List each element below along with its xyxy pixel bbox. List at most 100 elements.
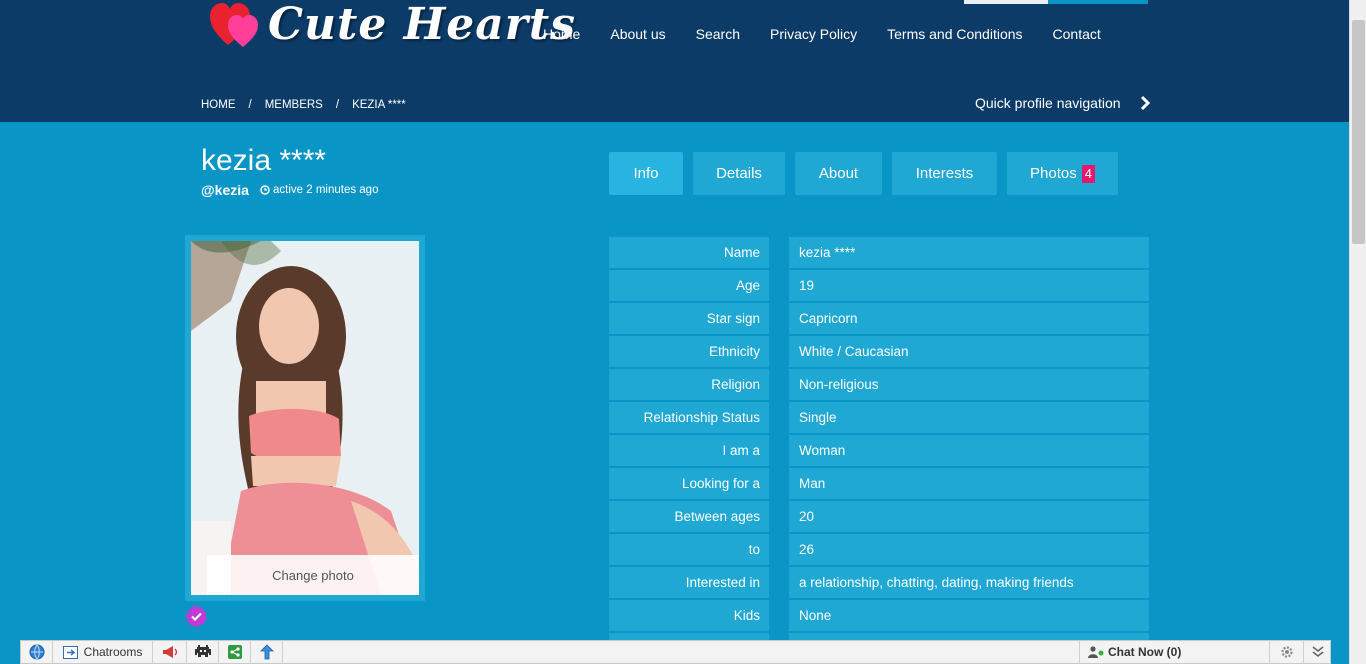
tab-about-label: About	[818, 165, 859, 182]
chat-toolbar: Chatrooms Chat Now (0)	[20, 640, 1331, 664]
globe-icon	[29, 644, 44, 660]
site-logo[interactable]: Cute Hearts	[210, 0, 576, 50]
nav-about-us[interactable]: About us	[595, 24, 680, 44]
top-utility-tab[interactable]	[964, 0, 1048, 4]
active-time: active 2 minutes ago	[273, 184, 379, 196]
tab-details[interactable]: Details	[693, 152, 785, 195]
table-row: Ethnicity White / Caucasian	[609, 336, 1149, 367]
info-label: Religion	[609, 369, 769, 400]
quick-profile-navigation[interactable]: Quick profile navigation	[975, 95, 1151, 111]
info-value: Non-religious	[789, 369, 1149, 400]
info-value: Single	[789, 402, 1149, 433]
scrollbar-thumb[interactable]	[1352, 20, 1365, 244]
info-value: a relationship, chatting, dating, making…	[789, 567, 1149, 598]
table-row: Star sign Capricorn	[609, 303, 1149, 334]
settings-button[interactable]	[1269, 641, 1303, 663]
info-value: Man	[789, 468, 1149, 499]
double-chevron-down-icon	[1312, 646, 1324, 658]
info-value: 26	[789, 534, 1149, 565]
breadcrumb-separator: /	[335, 99, 340, 111]
upload-button[interactable]	[251, 641, 283, 663]
info-label: Kids	[609, 600, 769, 631]
tab-interests-label: Interests	[915, 165, 974, 182]
breadcrumb-members[interactable]: MEMBERS	[265, 97, 323, 113]
info-value: 20	[789, 501, 1149, 532]
collapse-toolbar-button[interactable]	[1303, 641, 1332, 663]
table-row: I am a Woman	[609, 435, 1149, 466]
breadcrumb-home[interactable]: HOME	[201, 97, 236, 113]
nav-home[interactable]: Home	[528, 24, 595, 44]
tab-info-label: Info	[633, 165, 659, 182]
tab-interests[interactable]: Interests	[892, 152, 997, 195]
quick-nav-label: Quick profile navigation	[975, 95, 1121, 111]
arrow-up-icon	[259, 644, 274, 660]
main-nav: Home About us Search Privacy Policy Term…	[528, 24, 1116, 44]
profile-activity: active 2 minutes ago	[260, 184, 378, 196]
chat-now-button[interactable]: Chat Now (0)	[1079, 641, 1269, 663]
info-label: I am a	[609, 435, 769, 466]
profile-handle: @kezia	[201, 182, 249, 198]
info-label: to	[609, 534, 769, 565]
nav-search[interactable]: Search	[681, 24, 755, 44]
nav-privacy-policy[interactable]: Privacy Policy	[755, 24, 872, 44]
tab-details-label: Details	[716, 165, 762, 182]
chatrooms-icon	[62, 645, 78, 659]
table-row: Relationship Status Single	[609, 402, 1149, 433]
chatrooms-button[interactable]: Chatrooms	[53, 641, 153, 663]
table-row: Interested in a relationship, chatting, …	[609, 567, 1149, 598]
breadcrumb-separator: /	[248, 99, 252, 111]
tab-photos[interactable]: Photos 4	[1007, 152, 1118, 195]
user-online-icon	[1088, 646, 1104, 658]
info-label: Relationship Status	[609, 402, 769, 433]
info-value: White / Caucasian	[789, 336, 1149, 367]
info-label: Interested in	[609, 567, 769, 598]
info-value: Capricorn	[789, 303, 1149, 334]
page-scrollbar[interactable]	[1349, 0, 1366, 664]
table-row: to 26	[609, 534, 1149, 565]
breadcrumb: HOME / MEMBERS / KEZIA ****	[201, 97, 406, 113]
info-value: 19	[789, 270, 1149, 301]
info-label: Age	[609, 270, 769, 301]
space-invader-icon	[194, 645, 211, 657]
clock-icon	[260, 185, 270, 195]
share-icon	[227, 645, 242, 659]
gear-icon	[1280, 646, 1293, 658]
verified-badge-icon	[185, 605, 208, 628]
tab-photos-label: Photos	[1030, 165, 1077, 182]
change-photo-button[interactable]: Change photo	[207, 555, 419, 595]
profile-photo-frame: Change photo	[185, 235, 425, 601]
table-row: Kids None	[609, 600, 1149, 631]
nav-terms[interactable]: Terms and Conditions	[872, 24, 1037, 44]
chevron-right-icon	[1140, 95, 1150, 111]
tab-about[interactable]: About	[795, 152, 882, 195]
table-row: Name kezia ****	[609, 237, 1149, 268]
table-row: Between ages 20	[609, 501, 1149, 532]
tab-info[interactable]: Info	[609, 152, 683, 195]
profile-photo-image	[191, 241, 419, 595]
games-button[interactable]	[187, 641, 219, 663]
announcements-button[interactable]	[153, 641, 187, 663]
chatrooms-label: Chatrooms	[83, 645, 143, 659]
info-label: Name	[609, 237, 769, 268]
share-button[interactable]	[219, 641, 251, 663]
nav-contact[interactable]: Contact	[1038, 24, 1116, 44]
top-utility-tab-active[interactable]	[1048, 0, 1148, 4]
info-label: Ethnicity	[609, 336, 769, 367]
info-value: None	[789, 600, 1149, 631]
photos-count-badge: 4	[1081, 164, 1095, 183]
profile-name: kezia ****	[201, 144, 327, 177]
info-label: Star sign	[609, 303, 769, 334]
info-value: kezia ****	[789, 237, 1149, 268]
chat-now-label: Chat Now (0)	[1108, 645, 1182, 659]
profile-tabs: Info Details About Interests Photos 4	[609, 152, 1128, 195]
hearts-logo-icon	[210, 1, 262, 49]
profile-photo[interactable]: Change photo	[191, 241, 419, 595]
profile-info-table: Name kezia **** Age 19 Star sign Caprico…	[609, 237, 1149, 664]
breadcrumb-current: KEZIA ****	[352, 99, 406, 111]
info-value: Woman	[789, 435, 1149, 466]
site-header: Cute Hearts Home About us Search Privacy…	[0, 0, 1349, 122]
info-label: Between ages	[609, 501, 769, 532]
table-row: Looking for a Man	[609, 468, 1149, 499]
table-row: Age 19	[609, 270, 1149, 301]
globe-button[interactable]	[21, 641, 53, 663]
